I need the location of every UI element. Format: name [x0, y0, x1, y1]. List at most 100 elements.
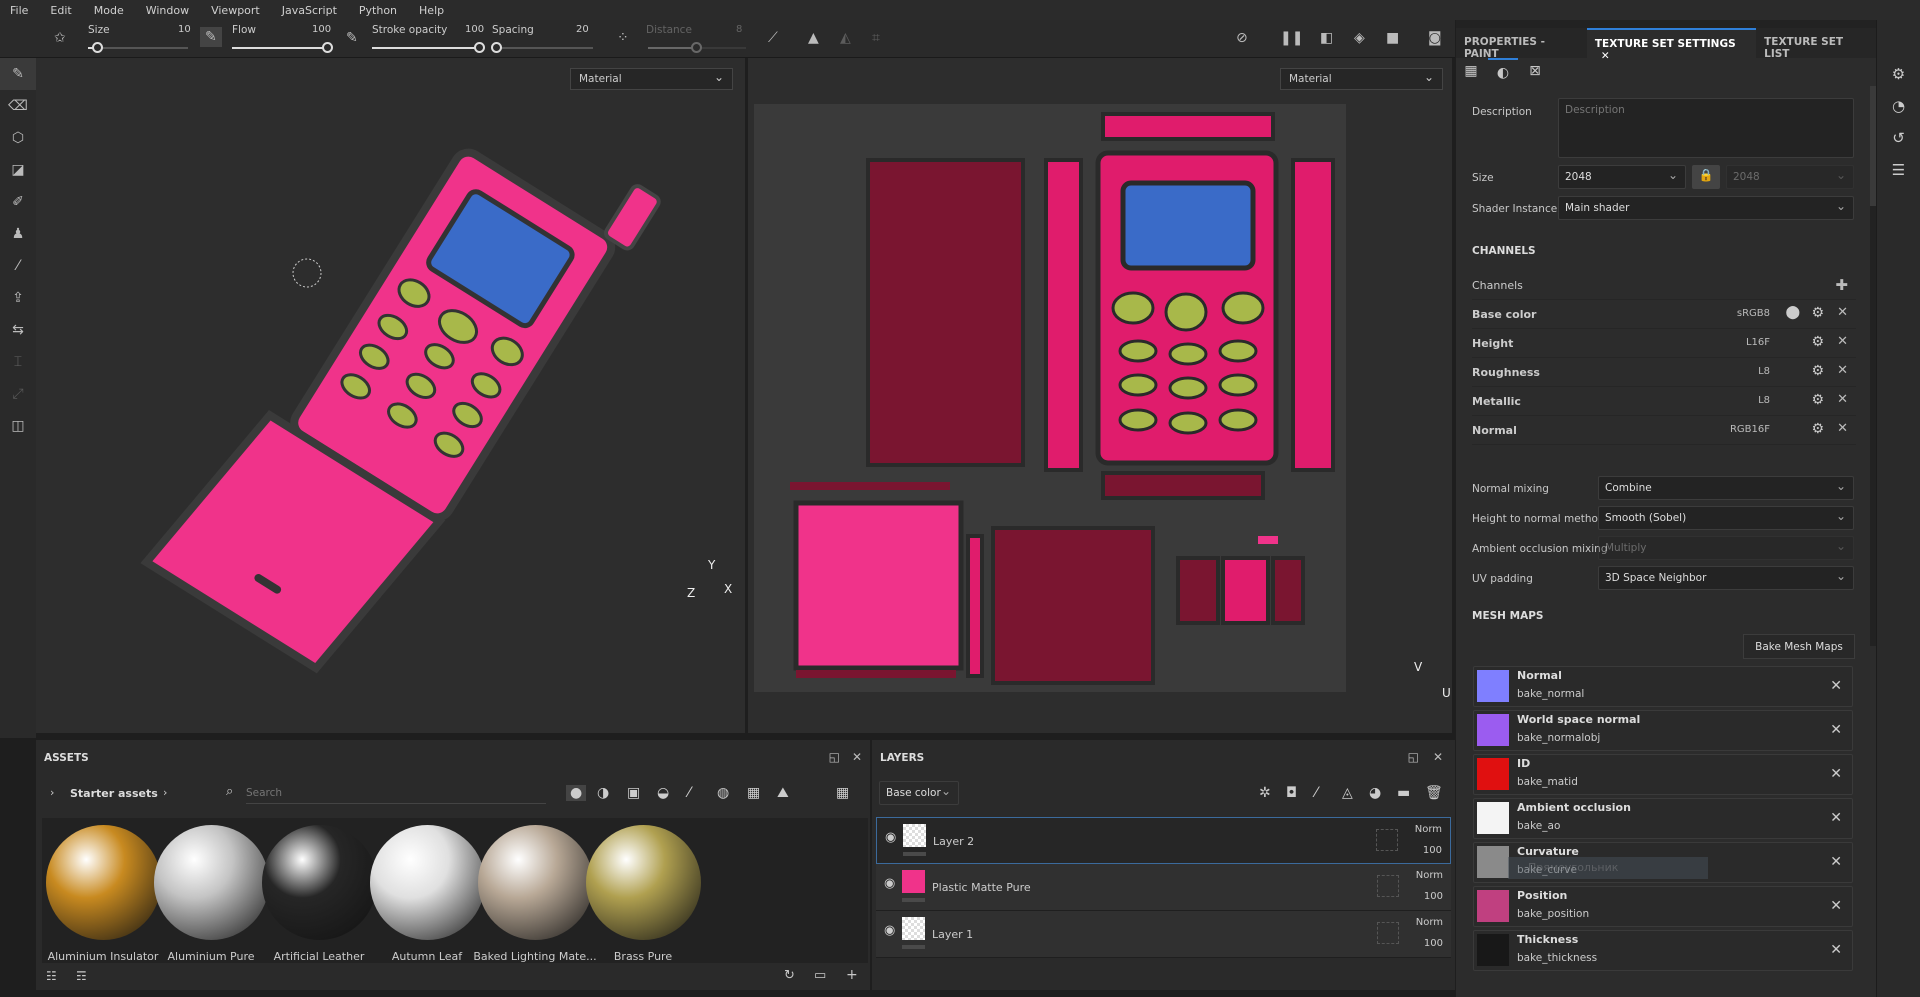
float-panel-icon[interactable]: ◱	[1408, 750, 1419, 764]
remove-mesh-map-icon[interactable]: ✕	[1830, 766, 1842, 782]
flow-value[interactable]: 100	[312, 24, 331, 35]
folder-list-icon[interactable]: ☶	[76, 969, 87, 983]
display-mode-icon[interactable]: ◈	[1354, 30, 1365, 46]
channel-format[interactable]: L8	[1758, 395, 1770, 406]
channel-format[interactable]: RGB16F	[1730, 424, 1770, 435]
filter-list-icon[interactable]: ☷	[46, 969, 57, 983]
description-input[interactable]	[1558, 98, 1854, 158]
new-page-icon[interactable]: ▭	[814, 968, 826, 983]
opacity-select[interactable]: 100	[1424, 891, 1443, 902]
channel-select[interactable]: Base color ⌄	[879, 781, 959, 805]
viewport-2d[interactable]: Material V U	[748, 58, 1452, 733]
channel-row[interactable]: Roughness L8 ⚙ ✕	[1472, 358, 1856, 387]
gear-icon[interactable]: ⚙	[1811, 392, 1824, 408]
mesh-map-row[interactable]: Normal bake_normal ✕	[1473, 666, 1853, 707]
eye-icon[interactable]: ◉	[884, 876, 895, 891]
setting-select[interactable]: Smooth (Sobel) ⌄	[1598, 506, 1854, 530]
export-icon[interactable]: ◫	[0, 410, 36, 442]
brushes-filter-icon[interactable]: ⁄	[688, 785, 690, 801]
settings-icon[interactable]: ▦	[1456, 58, 1486, 86]
screenshot-icon[interactable]: ◙	[1428, 30, 1442, 46]
mesh-map-thumbnail[interactable]	[1477, 890, 1509, 922]
projection-tool-icon[interactable]: ⬡	[0, 122, 36, 154]
layer-name[interactable]: Layer 1	[932, 928, 973, 941]
layer-name[interactable]: Layer 2	[933, 835, 974, 848]
brush-shape-icon[interactable]: ✩	[54, 30, 66, 46]
menu-help[interactable]: Help	[419, 4, 444, 17]
material-icon[interactable]: ◐	[1488, 58, 1518, 86]
size-slider[interactable]	[88, 42, 188, 53]
flow-slider[interactable]	[232, 42, 333, 53]
size-select[interactable]: 2048 ⌄	[1558, 165, 1686, 189]
log-icon[interactable]: ☰	[1877, 154, 1920, 186]
eye-icon[interactable]: ◉	[884, 923, 895, 938]
breadcrumb-starter-assets[interactable]: Starter assets	[70, 787, 158, 800]
blend-mode-select[interactable]: Norm	[1416, 870, 1443, 881]
setting-select[interactable]: 3D Space Neighbor ⌄	[1598, 566, 1854, 590]
mesh-map-row[interactable]: Position bake_position ✕	[1473, 886, 1853, 927]
lock-icon[interactable]: 🔒	[1692, 165, 1720, 189]
camera-icon[interactable]: ■	[1386, 30, 1399, 46]
remove-mesh-map-icon[interactable]: ✕	[1830, 942, 1842, 958]
grid-view-icon[interactable]: ▦	[836, 785, 849, 801]
add-fill-layer-icon[interactable]: ◬	[1342, 785, 1353, 801]
close-icon[interactable]: ✕	[852, 750, 862, 764]
remove-mesh-map-icon[interactable]: ✕	[1830, 898, 1842, 914]
stroke-opacity-slider[interactable]	[372, 42, 485, 53]
remove-mesh-map-icon[interactable]: ✕	[1830, 810, 1842, 826]
symmetry-icon[interactable]: ▲	[808, 30, 819, 46]
pen-pressure-icon[interactable]: ✎	[346, 30, 358, 46]
add-folder-icon[interactable]: ▬	[1397, 785, 1410, 801]
viewport-3d[interactable]: Material Y Z X	[36, 58, 745, 733]
lazy-mouse-icon[interactable]: ⁘	[617, 30, 629, 46]
mesh-map-thumbnail[interactable]	[1477, 758, 1509, 790]
environment-icon[interactable]: ◔	[1877, 90, 1920, 122]
clone-tool-icon[interactable]: ♟	[0, 218, 36, 250]
mesh-map-thumbnail[interactable]	[1477, 846, 1509, 878]
distance-value[interactable]: 8	[736, 24, 742, 35]
add-channel-icon[interactable]: ✚	[1835, 276, 1848, 294]
history-icon[interactable]: ↺	[1877, 122, 1920, 154]
blend-mode-select[interactable]: Norm	[1416, 917, 1443, 928]
close-icon[interactable]: ✕	[1433, 750, 1443, 764]
viewport-2d-mode-select[interactable]: Material	[1280, 68, 1443, 90]
menu-edit[interactable]: Edit	[50, 4, 71, 17]
mesh-map-thumbnail[interactable]	[1477, 934, 1509, 966]
pen-pressure-icon[interactable]: ✎	[200, 27, 222, 47]
gear-icon[interactable]: ⚙	[1811, 305, 1824, 321]
chevron-right-icon[interactable]: ›	[50, 786, 54, 799]
channel-row[interactable]: Height L16F ⚙ ✕	[1472, 329, 1856, 358]
spacing-value[interactable]: 20	[576, 24, 589, 35]
add-effect-icon[interactable]: ✲	[1259, 785, 1271, 801]
mesh-map-thumbnail[interactable]	[1477, 802, 1509, 834]
channel-row[interactable]: Metallic L8 ⚙ ✕	[1472, 387, 1856, 416]
remove-channel-icon[interactable]: ✕	[1837, 363, 1848, 378]
polygon-fill-icon[interactable]: ◪	[0, 154, 36, 186]
layer-name[interactable]: Plastic Matte Pure	[932, 881, 1031, 894]
uv-icon[interactable]: ⊠	[1520, 58, 1550, 86]
size-value[interactable]: 10	[178, 24, 191, 35]
add-smart-material-icon[interactable]: ◕	[1369, 785, 1381, 801]
masks-filter-icon[interactable]: ▣	[627, 785, 640, 801]
remove-channel-icon[interactable]: ✕	[1837, 421, 1848, 436]
eraser-tool-icon[interactable]: ⌫	[0, 90, 36, 122]
layer-row[interactable]: ◉ Layer 2 Norm 100	[876, 817, 1451, 864]
split-view-icon[interactable]: ◧	[1320, 30, 1333, 46]
environments-filter-icon[interactable]: ⛰	[777, 785, 789, 801]
mesh-map-row[interactable]: World space normal bake_normalobj ✕	[1473, 710, 1853, 751]
channel-row[interactable]: Normal RGB16F ⚙ ✕	[1472, 416, 1856, 445]
line-mode-icon[interactable]: ⟋	[768, 30, 778, 46]
add-paint-layer-icon[interactable]: ⁄	[1315, 785, 1317, 801]
gear-icon[interactable]: ⚙	[1811, 363, 1824, 379]
display-settings-icon[interactable]: ⚙	[1877, 58, 1920, 90]
layer-row[interactable]: ◉ Plastic Matte Pure Norm 100	[876, 864, 1451, 911]
distance-slider[interactable]	[648, 42, 746, 53]
color-picker-icon[interactable]: ⁄	[0, 250, 36, 282]
remove-channel-icon[interactable]: ✕	[1837, 334, 1848, 349]
generators-filter-icon[interactable]: ◒	[657, 785, 669, 801]
menu-python[interactable]: Python	[359, 4, 397, 17]
remove-mesh-map-icon[interactable]: ✕	[1830, 722, 1842, 738]
mesh-map-row[interactable]: Ambient occlusion bake_ao ✕	[1473, 798, 1853, 839]
gear-icon[interactable]: ⚙	[1811, 421, 1824, 437]
layer-row[interactable]: ◉ Layer 1 Norm 100	[876, 911, 1451, 958]
